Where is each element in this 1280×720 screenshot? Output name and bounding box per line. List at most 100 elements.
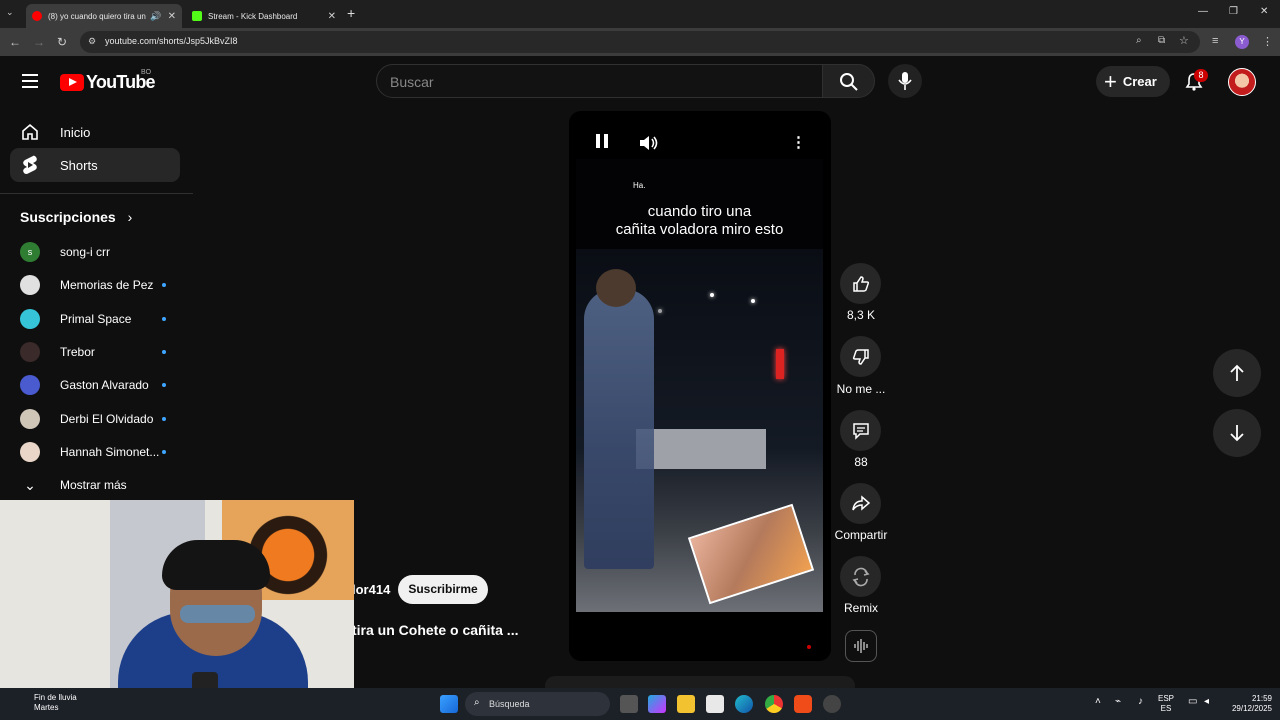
subscription-item[interactable]: Primal Space — [20, 309, 180, 329]
channel-name: Hannah Simonet... — [60, 445, 160, 459]
thumbs-up-icon — [852, 275, 869, 292]
edge-icon[interactable] — [735, 695, 753, 713]
tab-list-icon[interactable]: ⌄ — [6, 7, 14, 18]
notification-count-badge: 8 — [1194, 69, 1208, 82]
shorts-icon — [20, 155, 40, 175]
sidebar-item-shorts[interactable]: Shorts — [10, 148, 180, 182]
brave-icon[interactable] — [794, 695, 812, 713]
person-head — [596, 269, 636, 307]
copilot-icon[interactable] — [648, 695, 666, 713]
address-bar: ← → ↻ ⚙ youtube.com/shorts/Jsp5JkBvZI8 ⌕… — [0, 28, 1280, 56]
share-button[interactable] — [840, 483, 881, 524]
display-icon[interactable]: ▭ — [1188, 697, 1197, 707]
sidebar-item-inicio[interactable]: Inicio — [10, 115, 180, 149]
red-light — [776, 349, 784, 379]
subscriptions-heading[interactable]: Suscripciones › — [20, 209, 132, 225]
file-explorer-icon[interactable] — [677, 695, 695, 713]
audio-wave-icon — [854, 639, 868, 653]
search-button[interactable] — [822, 64, 875, 98]
channel-name: Trebor — [60, 345, 95, 359]
forward-icon[interactable]: → — [33, 35, 45, 49]
subscribe-button[interactable]: Suscribirme — [398, 575, 488, 604]
account-avatar[interactable] — [1228, 68, 1256, 96]
close-tab-icon[interactable]: ✕ — [168, 11, 176, 22]
media-control-icon[interactable]: ≡ — [1212, 35, 1218, 47]
channel-name: Memorias de Pez — [60, 278, 154, 292]
close-window-icon[interactable]: ✕ — [1260, 6, 1268, 17]
minimize-icon[interactable]: — — [1198, 6, 1208, 17]
search-icon — [840, 73, 858, 91]
voice-search-button[interactable] — [888, 64, 922, 98]
more-options-icon[interactable]: ⋮ — [791, 133, 806, 151]
channel-handle[interactable]: lor414 — [352, 582, 390, 597]
zoom-icon[interactable]: ⌕ — [1136, 35, 1142, 46]
network-icon[interactable]: ⌁ — [1115, 697, 1121, 707]
chevron-down-icon: ⌄ — [24, 476, 36, 493]
remix-label: Remix — [843, 601, 878, 615]
like-button[interactable] — [840, 263, 881, 304]
previous-short-button[interactable] — [1213, 349, 1261, 397]
mic-tray-icon[interactable]: ♪ — [1138, 697, 1143, 707]
install-app-icon[interactable]: ⧉ — [1158, 35, 1165, 46]
new-content-dot — [162, 450, 166, 454]
country-code: BO — [141, 69, 152, 76]
next-short-button[interactable] — [1213, 409, 1261, 457]
subscription-item[interactable]: Derbi El Olvidado — [20, 409, 180, 429]
progress-dot — [807, 645, 811, 649]
taskbar-search[interactable]: ⌕ Búsqueda — [465, 692, 610, 716]
bookmark-star-icon[interactable]: ☆ — [1179, 34, 1189, 47]
remix-button[interactable] — [840, 556, 881, 597]
windows-start-icon[interactable] — [440, 695, 458, 713]
new-tab-icon[interactable]: + — [347, 5, 355, 21]
browser-menu-icon[interactable]: ⋮ — [1262, 35, 1273, 48]
profile-avatar[interactable]: Y — [1235, 35, 1249, 49]
shorts-player[interactable]: ⋮ Ha. cuando tiro una cañita voladora mi… — [569, 111, 831, 661]
tray-overflow-icon[interactable]: ˄ — [1095, 697, 1101, 707]
new-content-dot — [162, 283, 166, 287]
night-light — [751, 299, 755, 303]
search-icon: ⌕ — [474, 697, 480, 708]
share-label: Compartir — [834, 528, 888, 542]
new-content-dot — [162, 383, 166, 387]
restore-icon[interactable]: ❐ — [1229, 6, 1238, 17]
reload-icon[interactable]: ↻ — [57, 35, 67, 49]
task-view-icon[interactable] — [620, 695, 638, 713]
subscription-item[interactable]: Memorias de Pez — [20, 275, 180, 295]
clock[interactable]: 21:59 29/12/2025 — [1226, 694, 1272, 714]
store-icon[interactable] — [706, 695, 724, 713]
subscription-item[interactable]: s song-i crr — [20, 242, 180, 262]
dislike-button[interactable] — [840, 336, 881, 377]
back-icon[interactable]: ← — [9, 35, 21, 49]
show-more-button[interactable]: ⌄ Mostrar más — [20, 475, 180, 495]
sound-button[interactable] — [845, 630, 877, 662]
chrome-icon[interactable] — [765, 695, 783, 713]
comment-icon — [852, 422, 869, 440]
obs-icon[interactable] — [823, 695, 841, 713]
create-button[interactable]: + Crear — [1096, 66, 1170, 97]
comments-button[interactable] — [840, 410, 881, 451]
url-field[interactable]: ⚙ youtube.com/shorts/Jsp5JkBvZI8 ⌕ ⧉ ☆ — [80, 31, 1200, 53]
subscription-item[interactable]: Gaston Alvarado — [20, 375, 180, 395]
close-tab-icon[interactable]: ✕ — [328, 11, 336, 22]
language-indicator[interactable]: ESP ES — [1158, 694, 1174, 714]
pause-icon[interactable] — [595, 133, 609, 149]
hamburger-menu-icon[interactable] — [22, 74, 38, 92]
tab-kick[interactable]: Stream - Kick Dashboard ✕ — [186, 4, 342, 28]
create-label: Crear — [1122, 74, 1157, 89]
search-input[interactable]: Buscar — [376, 64, 823, 98]
audio-icon[interactable]: 🔊 — [150, 11, 161, 22]
webcam-overlay — [0, 500, 354, 698]
channel-avatar: s — [20, 242, 40, 262]
short-title[interactable]: tira un Cohete o cañita ... — [352, 622, 518, 638]
subscription-item[interactable]: Trebor — [20, 342, 180, 362]
volume-tray-icon[interactable]: ◂ — [1204, 697, 1209, 707]
show-more-label: Mostrar más — [60, 478, 127, 492]
weather-widget[interactable]: Fin de lluvia Martes — [12, 693, 77, 713]
tab-title: (8) yo cuando quiero tira un — [48, 11, 146, 21]
subscription-item[interactable]: Hannah Simonet... — [20, 442, 180, 462]
channel-avatar — [20, 275, 40, 295]
volume-icon[interactable] — [639, 135, 659, 151]
site-info-icon[interactable]: ⚙ — [88, 36, 96, 47]
channel-avatar — [20, 309, 40, 329]
tab-youtube[interactable]: (8) yo cuando quiero tira un 🔊 ✕ — [26, 4, 182, 28]
